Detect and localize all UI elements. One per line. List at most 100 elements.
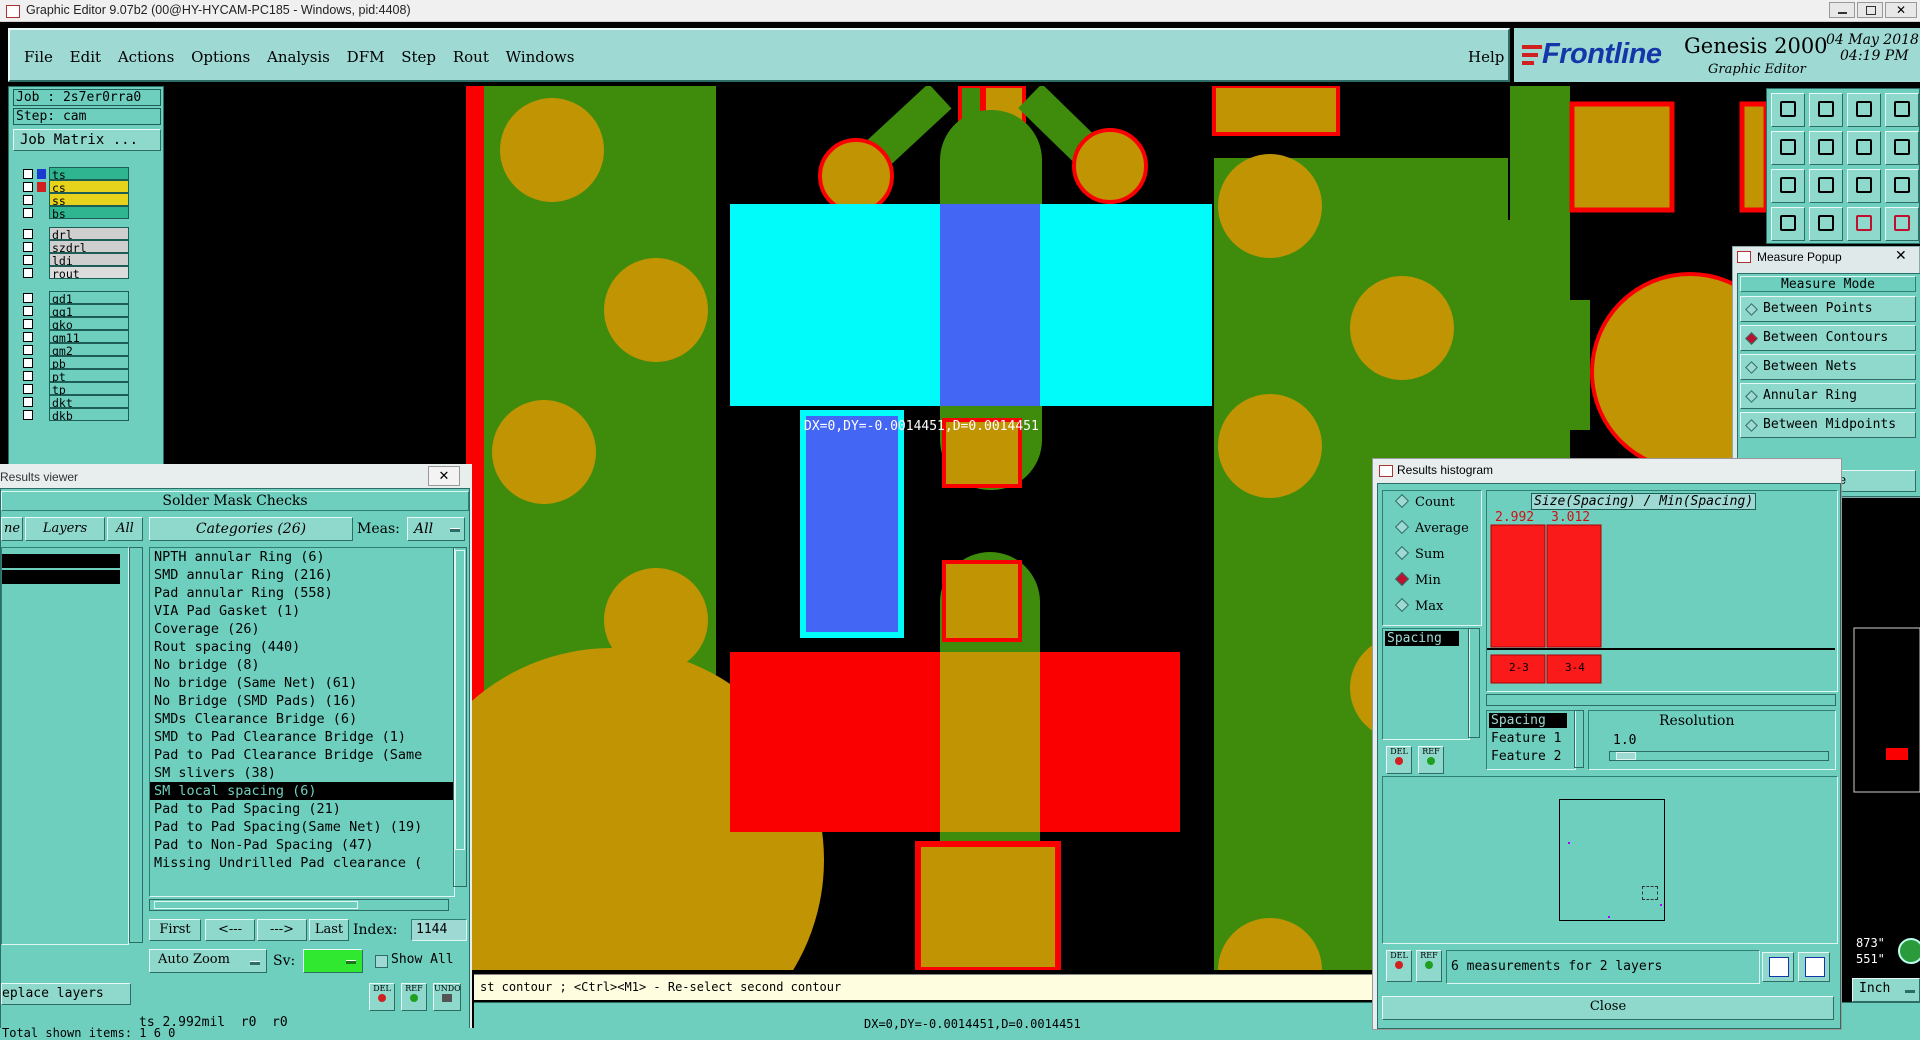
center-button[interactable] [1809,169,1843,203]
category-item[interactable]: SMD annular Ring (216) [150,566,454,584]
measure-mode-3[interactable]: Annular Ring [1740,383,1916,409]
meas-dropdown[interactable]: All [407,517,465,541]
layer-checkbox[interactable] [23,384,33,394]
menu-windows[interactable]: Windows [506,48,575,66]
menu-analysis[interactable]: Analysis [267,48,330,66]
layer-checkbox[interactable] [23,255,33,265]
histogram-list[interactable]: Spacing [1382,628,1470,740]
histogram-bar[interactable] [1546,524,1602,648]
layer-checkbox[interactable] [23,306,33,316]
histogram-close-button[interactable]: Close [1382,996,1834,1020]
layer-row-gm2[interactable]: gm2 [23,343,163,358]
category-item[interactable]: Rout spacing (440) [150,638,454,656]
tab-ne[interactable]: ne [1,517,23,541]
layer-list-scrollbar[interactable] [129,547,143,943]
layer-checkbox[interactable] [23,293,33,303]
close-window-button[interactable]: ✕ [1885,2,1917,18]
question-button[interactable] [1885,169,1919,203]
layer-row-pb[interactable]: pb [23,356,163,371]
index-input[interactable]: 1144 [411,919,467,941]
category-item[interactable]: Pad to Non-Pad Spacing (47) [150,836,454,854]
maximize-button[interactable] [1857,2,1883,18]
layer-checkbox[interactable] [23,229,33,239]
prev-button[interactable]: <--- [205,919,255,941]
layer-checkbox[interactable] [23,169,33,179]
menu-file[interactable]: File [24,48,53,66]
layer-row-ss[interactable]: ss [23,193,163,208]
category-item[interactable]: VIA Pad Gasket (1) [150,602,454,620]
hist-ref-button[interactable]: REF [1418,746,1444,774]
categories-list[interactable]: NPTH annular Ring (6) SMD annular Ring (2… [149,547,455,897]
snap-button[interactable] [1771,207,1805,241]
minimize-button[interactable] [1829,2,1855,18]
layer-row-tp[interactable]: tp [23,382,163,397]
category-item[interactable]: Coverage (26) [150,620,454,638]
category-item[interactable]: No bridge (8) [150,656,454,674]
layer-checkbox[interactable] [23,208,33,218]
selected-layer-row[interactable] [2,570,120,584]
slider-thumb[interactable] [1616,752,1636,760]
zoom-fit-button[interactable] [1771,93,1805,127]
measure-alt-button[interactable] [1885,207,1919,241]
layer-results-list[interactable] [1,547,129,945]
sv-color-dropdown[interactable] [303,949,363,973]
histogram-list-item[interactable]: Spacing [1385,631,1459,646]
layer-row-gm11[interactable]: gm11 [23,330,163,345]
menu-dfm[interactable]: DFM [347,48,385,66]
chart-view-button-1[interactable] [1762,952,1794,982]
categories-scrollbar-h[interactable] [149,899,449,911]
category-item[interactable]: NPTH annular Ring (6) [150,548,454,566]
fields-scrollbar[interactable] [1574,710,1584,768]
tab-layers[interactable]: Layers [25,517,105,541]
zoom-next-button[interactable] [1809,131,1843,165]
layer-row-gko[interactable]: gko [23,317,163,332]
layer-checkbox[interactable] [23,332,33,342]
home-button[interactable] [1847,93,1881,127]
menu-step[interactable]: Step [401,48,436,66]
category-item[interactable]: SMD to Pad Clearance Bridge (1) [150,728,454,746]
histogram-list-scrollbar[interactable] [1468,628,1480,738]
results-close-icon[interactable]: ✕ [428,466,460,486]
zoom-window-button[interactable] [1847,131,1881,165]
layer-row-gg1[interactable]: gg1 [23,304,163,319]
menu-help[interactable]: Help [1468,48,1504,66]
histogram-mode-max[interactable]: Max [1394,597,1443,614]
layer-row-gd1[interactable]: gd1 [23,291,163,306]
layer-row-pt[interactable]: pt [23,369,163,384]
job-matrix-button[interactable]: Job Matrix ... [13,129,161,151]
menu-edit[interactable]: Edit [70,48,101,66]
summary-ref-button[interactable]: REF [1416,950,1442,982]
layer-checkbox[interactable] [23,397,33,407]
category-item[interactable]: SM local spacing (6) [150,782,454,800]
layer-checkbox[interactable] [23,195,33,205]
del-button[interactable]: DEL [369,983,395,1011]
summary-del-button[interactable]: DEL [1386,950,1412,982]
measure-mode-2[interactable]: Between Nets [1740,354,1916,380]
next-button[interactable]: ---> [257,919,307,941]
measure-mode-0[interactable]: Between Points [1740,296,1916,322]
layer-checkbox[interactable] [23,182,33,192]
category-item[interactable]: Missing Undrilled Pad clearance ( [150,854,454,872]
grid-button[interactable] [1809,207,1843,241]
measure-button[interactable] [1847,207,1881,241]
selected-layer-row[interactable] [2,554,120,568]
layer-row-ldi[interactable]: ldi [23,253,163,268]
last-button[interactable]: Last [309,919,349,941]
first-button[interactable]: First [149,919,201,941]
category-item[interactable]: Pad annular Ring (558) [150,584,454,602]
layer-checkbox[interactable] [23,268,33,278]
histogram-bar[interactable] [1490,524,1546,648]
layer-row-szdrl[interactable]: szdrl [23,240,163,255]
undo-button[interactable]: UNDO [433,983,461,1011]
category-item[interactable]: SMDs Clearance Bridge (6) [150,710,454,728]
categories-scrollbar-v[interactable] [453,547,467,887]
chart-view-button-2[interactable] [1798,952,1830,982]
pan-up-button[interactable] [1885,93,1919,127]
measure-mode-4[interactable]: Between Midpoints [1740,412,1916,438]
auto-zoom-dropdown[interactable]: Auto Zoom [149,949,267,973]
ref-button[interactable]: REF [401,983,427,1011]
replace-layers-button[interactable]: eplace layers [1,983,131,1005]
histogram-mode-average[interactable]: Average [1394,519,1469,536]
histogram-mode-min[interactable]: Min [1394,571,1441,588]
help-window-button[interactable] [1885,131,1919,165]
